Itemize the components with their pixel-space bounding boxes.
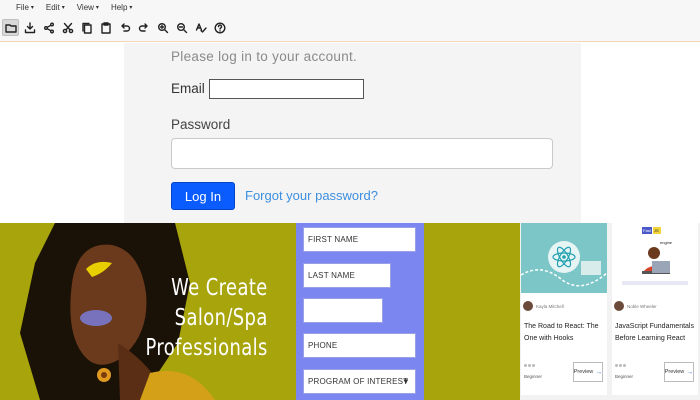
author-name: Kayla Mitchell <box>536 303 564 309</box>
card-author: Noble Wheeler <box>614 301 657 311</box>
preview-label: Preview <box>573 369 594 375</box>
thumb-caption: engine <box>660 240 673 245</box>
zoom-in-icon <box>157 22 168 33</box>
phone-field[interactable]: PHONE <box>303 333 416 358</box>
log-in-button[interactable]: Log In <box>171 182 235 210</box>
preview-button[interactable]: Preview → <box>664 362 694 382</box>
download-icon <box>24 21 35 33</box>
password-field[interactable] <box>171 138 553 169</box>
card-title[interactable]: JavaScript Fundamentals Before Learning … <box>615 321 697 345</box>
copy-icon <box>81 22 92 34</box>
share-button[interactable] <box>40 19 57 36</box>
course-card[interactable]: Kayla Mitchell The Road to React: The On… <box>521 223 607 395</box>
caret-down-icon: ▾ <box>61 4 65 11</box>
salon-banner: We Create Salon/Spa Professionals FIRST … <box>0 223 520 400</box>
react-logo-icon <box>521 223 607 293</box>
blank-field[interactable] <box>303 298 383 323</box>
toolbar <box>0 14 700 42</box>
zoom-out-button[interactable] <box>173 19 190 36</box>
signup-form: FIRST NAME LAST NAME PHONE PROGRAM OF IN… <box>296 223 424 400</box>
share-icon <box>43 22 54 33</box>
help-icon <box>213 21 226 34</box>
cut-icon <box>62 22 73 33</box>
card-level: Beginner <box>524 374 543 379</box>
undo-button[interactable] <box>116 19 133 36</box>
redo-icon <box>138 22 148 32</box>
arrow-right-icon: → <box>686 368 694 376</box>
card-title[interactable]: The Road to React: The One with Hooks <box>524 321 606 345</box>
course-card[interactable]: Fast JS engine Noble Wheeler JavaScript … <box>612 223 698 395</box>
login-panel: Please log in to your account. Email Pas… <box>124 43 581 223</box>
help-button[interactable] <box>211 19 228 36</box>
open-folder-button[interactable] <box>2 19 19 36</box>
password-label: Password <box>171 117 231 132</box>
undo-icon <box>120 22 130 32</box>
zoom-out-icon <box>176 22 187 33</box>
menu-view[interactable]: View ▾ <box>77 3 99 12</box>
zoom-in-button[interactable] <box>154 19 171 36</box>
copy-button[interactable] <box>78 19 95 36</box>
headline-line: Salon/Spa <box>174 305 268 331</box>
caret-down-icon: ▾ <box>129 4 133 11</box>
arrow-right-icon: → <box>595 368 603 376</box>
card-author: Kayla Mitchell <box>523 301 564 311</box>
chevron-down-icon: ▼ <box>401 377 410 386</box>
email-label: Email <box>171 81 205 96</box>
menu-file-label: File <box>16 2 29 12</box>
redo-button[interactable] <box>135 19 152 36</box>
headline-line: We Create <box>171 275 268 301</box>
menu-bar: File ▾ Edit ▾ View ▾ Help ▾ <box>0 0 700 14</box>
first-name-field[interactable]: FIRST NAME <box>303 227 416 252</box>
menu-edit[interactable]: Edit ▾ <box>46 3 65 12</box>
card-level: Beginner <box>615 374 634 379</box>
headline-line: Professionals <box>145 335 268 361</box>
login-intro-text: Please log in to your account. <box>171 49 358 64</box>
paste-button[interactable] <box>97 19 114 36</box>
caret-down-icon: ▾ <box>95 4 99 11</box>
menu-view-label: View <box>76 2 94 12</box>
spellcheck-icon <box>195 22 207 33</box>
last-name-field[interactable]: LAST NAME <box>303 263 391 288</box>
spellcheck-button[interactable] <box>192 19 209 36</box>
author-name: Noble Wheeler <box>627 303 657 309</box>
forgot-password-link[interactable]: Forgot your password? <box>245 188 378 203</box>
difficulty-dots <box>524 364 535 367</box>
menu-help-label: Help <box>110 2 128 12</box>
paste-icon <box>100 21 111 34</box>
thumb-badge: JS <box>654 228 659 233</box>
caret-down-icon: ▾ <box>30 4 34 11</box>
avatar <box>523 301 533 311</box>
cut-button[interactable] <box>59 19 76 36</box>
program-of-interest-select[interactable]: PROGRAM OF INTEREST ▼ <box>303 369 416 394</box>
thumb-badge: Fast <box>643 228 651 233</box>
menu-help[interactable]: Help ▾ <box>111 3 132 12</box>
folder-icon <box>4 23 17 33</box>
banner-headline: We Create Salon/Spa Professionals <box>146 273 268 363</box>
menu-file[interactable]: File ▾ <box>16 3 34 12</box>
difficulty-dots <box>615 364 626 367</box>
avatar <box>614 301 624 311</box>
preview-label: Preview <box>664 369 685 375</box>
course-cards: Kayla Mitchell The Road to React: The On… <box>520 223 700 400</box>
menu-edit-label: Edit <box>45 2 60 12</box>
download-button[interactable] <box>21 19 38 36</box>
program-select-value: PROGRAM OF INTEREST <box>308 377 409 386</box>
developer-at-laptop-icon <box>612 223 698 293</box>
email-field[interactable] <box>209 79 364 99</box>
preview-button[interactable]: Preview → <box>573 362 603 382</box>
